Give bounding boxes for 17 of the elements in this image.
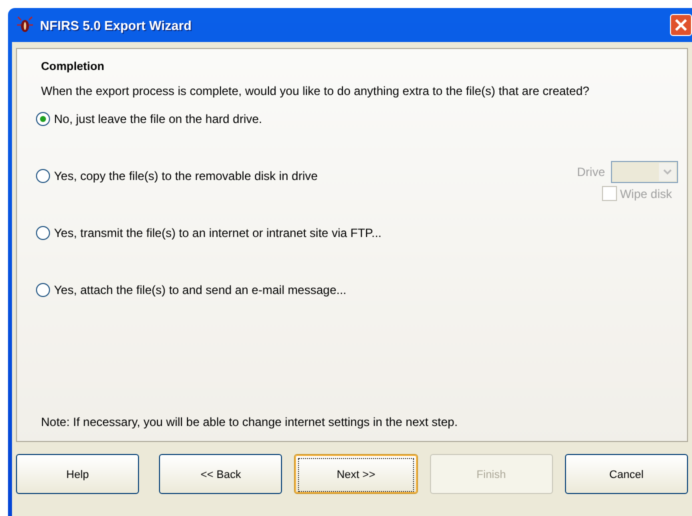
beetle-icon [16,16,34,34]
wizard-button[interactable]: Cancel [564,454,688,494]
close-button[interactable] [670,14,692,36]
wizard-button[interactable]: Help [16,454,140,494]
radio-option[interactable]: Yes, transmit the file(s) to an internet or intranet site via FTP... [36,224,382,242]
wizard-button[interactable]: Next >> [294,454,418,494]
drive-label: Drive [576,165,605,179]
radio-option[interactable]: Yes, copy the file(s) to the removable disk in drive [36,167,318,185]
wizard-button[interactable]: << Back [159,454,282,494]
page-heading: Completion [41,61,106,73]
note-text: Note: If necessary, you will be able to change internet settings in the next step. [41,415,459,429]
question-text: When the export process is complete, would you like to do anything extra to the file(s) that are created? [41,83,590,99]
radio-option[interactable]: No, just leave the file on the hard drive. [36,110,262,128]
chevron-down-icon [663,169,672,175]
radio-option[interactable]: Yes, attach the file(s) to and send an e-mail message... [36,281,346,299]
close-icon [674,18,688,32]
window-title: NFIRS 5.0 Export Wizard [40,18,193,32]
